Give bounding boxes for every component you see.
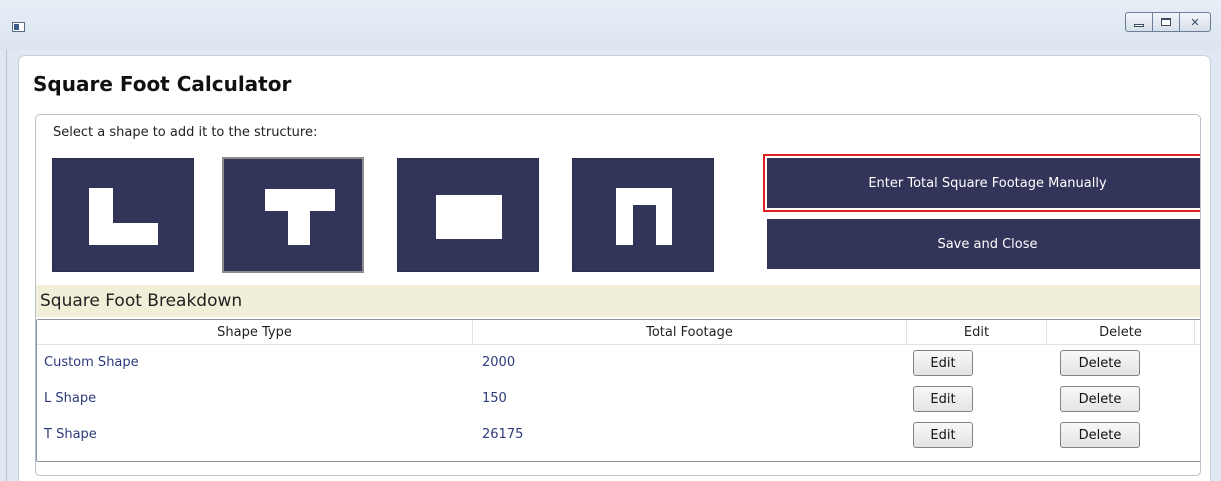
column-header-total-footage[interactable]: Total Footage	[473, 320, 907, 345]
page-title: Square Foot Calculator	[33, 72, 292, 96]
instruction-text: Select a shape to add it to the structur…	[53, 125, 318, 140]
u-shape-button[interactable]	[572, 158, 714, 272]
total-footage-cell: 2000	[482, 355, 516, 370]
app-icon	[12, 22, 25, 32]
column-header-edit[interactable]: Edit	[907, 320, 1047, 345]
shape-type-cell: L Shape	[44, 391, 97, 406]
window-controls: ✕	[1125, 12, 1211, 32]
rectangle-shape-icon	[436, 195, 502, 239]
l-shape-icon	[89, 188, 158, 245]
enter-manual-footage-button[interactable]: Enter Total Square Footage Manually	[763, 154, 1200, 212]
t-shape-button[interactable]	[222, 157, 364, 273]
breakdown-title: Square Foot Breakdown	[40, 291, 243, 311]
l-shape-button[interactable]	[52, 158, 194, 272]
minimize-icon	[1134, 23, 1144, 27]
total-footage-cell: 26175	[482, 427, 524, 442]
edit-button[interactable]: Edit	[913, 422, 973, 448]
window-border	[0, 50, 7, 481]
t-shape-icon	[265, 189, 335, 245]
delete-button[interactable]: Delete	[1060, 386, 1140, 412]
column-header-shape-type[interactable]: Shape Type	[37, 320, 473, 345]
edit-button[interactable]: Edit	[913, 350, 973, 376]
edit-button[interactable]: Edit	[913, 386, 973, 412]
maximize-icon	[1161, 18, 1171, 26]
shape-type-cell: T Shape	[44, 427, 97, 442]
close-icon: ✕	[1190, 15, 1200, 29]
shape-type-cell: Custom Shape	[44, 355, 139, 370]
table-header: Shape Type Total Footage Edit Delete	[37, 320, 1200, 345]
delete-button[interactable]: Delete	[1060, 350, 1140, 376]
rectangle-shape-button[interactable]	[397, 158, 539, 272]
u-shape-icon	[616, 188, 672, 245]
calculator-group: Select a shape to add it to the structur…	[35, 114, 1201, 476]
title-bar: ✕	[0, 0, 1221, 50]
save-and-close-button[interactable]: Save and Close	[767, 219, 1200, 269]
close-button[interactable]: ✕	[1179, 12, 1211, 32]
breakdown-header: Square Foot Breakdown	[36, 285, 1200, 317]
main-panel: Square Foot Calculator Select a shape to…	[18, 55, 1211, 481]
column-header-delete[interactable]: Delete	[1047, 320, 1195, 345]
breakdown-table: Shape Type Total Footage Edit Delete Cus…	[36, 319, 1200, 462]
table-row[interactable]: L Shape 150 Edit Delete	[37, 382, 1200, 418]
table-row[interactable]: Custom Shape 2000 Edit Delete	[37, 346, 1200, 382]
maximize-button[interactable]	[1152, 12, 1180, 32]
delete-button[interactable]: Delete	[1060, 422, 1140, 448]
total-footage-cell: 150	[482, 391, 507, 406]
table-row[interactable]: T Shape 26175 Edit Delete	[37, 418, 1200, 454]
minimize-button[interactable]	[1125, 12, 1153, 32]
